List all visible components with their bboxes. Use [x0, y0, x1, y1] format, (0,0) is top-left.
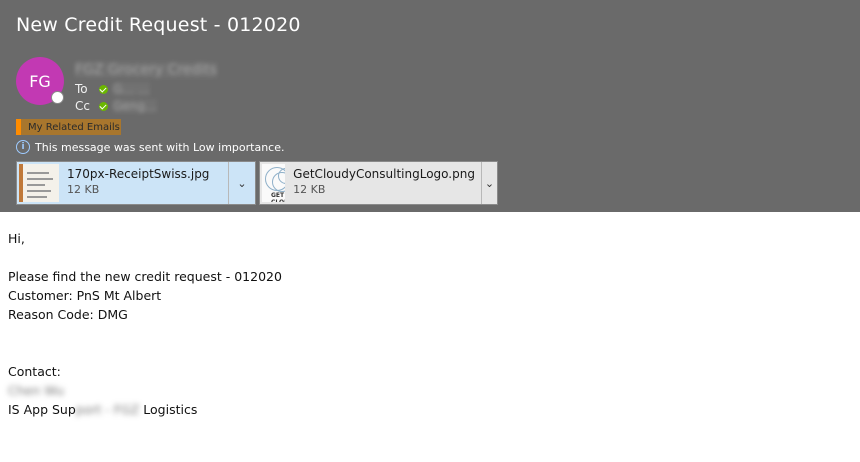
- chevron-down-icon[interactable]: ⌄: [480, 162, 497, 204]
- attachment-size: 12 KB: [67, 183, 100, 196]
- attachment-receipt[interactable]: 170px-ReceiptSwiss.jpg 12 KB ⌄: [16, 161, 256, 205]
- contact-role: IS App Support - FGZ Logistics: [8, 402, 198, 417]
- body-line: Please find the new credit request - 012…: [8, 269, 282, 284]
- to-label: To: [75, 82, 88, 96]
- body-line: Reason Code: DMG: [8, 307, 128, 322]
- thumbnail-text: GET CLOU: [271, 192, 285, 202]
- to-row: To G… …: [75, 82, 151, 96]
- attachment-logo[interactable]: GET CLOU GetCloudyConsultingLogo.png 12 …: [259, 161, 498, 205]
- category-tag[interactable]: My Related Emails: [16, 119, 121, 135]
- attachment-thumbnail: [19, 164, 59, 202]
- message-header: New Credit Request - 012020 FG FGZ Groce…: [0, 0, 860, 212]
- sender-name[interactable]: FGZ Grocery Credits: [75, 62, 218, 78]
- presence-icon: [51, 91, 64, 104]
- check-icon: [99, 101, 108, 111]
- category-color-bar: [16, 119, 21, 135]
- cc-row: Cc Geng…: [75, 99, 157, 113]
- attachment-thumbnail: GET CLOU: [262, 164, 286, 202]
- importance-notice: i This message was sent with Low importa…: [16, 140, 285, 154]
- avatar-initials: FG: [29, 71, 51, 91]
- body-line: Customer: PnS Mt Albert: [8, 288, 162, 303]
- info-icon: i: [16, 140, 30, 154]
- check-icon: [99, 84, 108, 94]
- message-subject: New Credit Request - 012020: [16, 14, 301, 36]
- attachment-name: GetCloudyConsultingLogo.png: [293, 167, 475, 181]
- contact-label: Contact:: [8, 364, 61, 379]
- greeting: Hi,: [8, 231, 25, 246]
- attachment-name: 170px-ReceiptSwiss.jpg: [67, 167, 210, 181]
- importance-text: This message was sent with Low importanc…: [35, 140, 285, 154]
- attachment-size: 12 KB: [293, 183, 326, 196]
- contact-name: Chen Wu: [8, 383, 65, 398]
- cc-label: Cc: [75, 99, 90, 113]
- message-body: Hi, Please find the new credit request -…: [8, 229, 282, 419]
- chevron-down-icon[interactable]: ⌄: [228, 162, 255, 204]
- cc-recipient[interactable]: Geng…: [113, 99, 157, 113]
- category-label: My Related Emails: [28, 121, 120, 133]
- to-recipient[interactable]: G… …: [113, 82, 151, 96]
